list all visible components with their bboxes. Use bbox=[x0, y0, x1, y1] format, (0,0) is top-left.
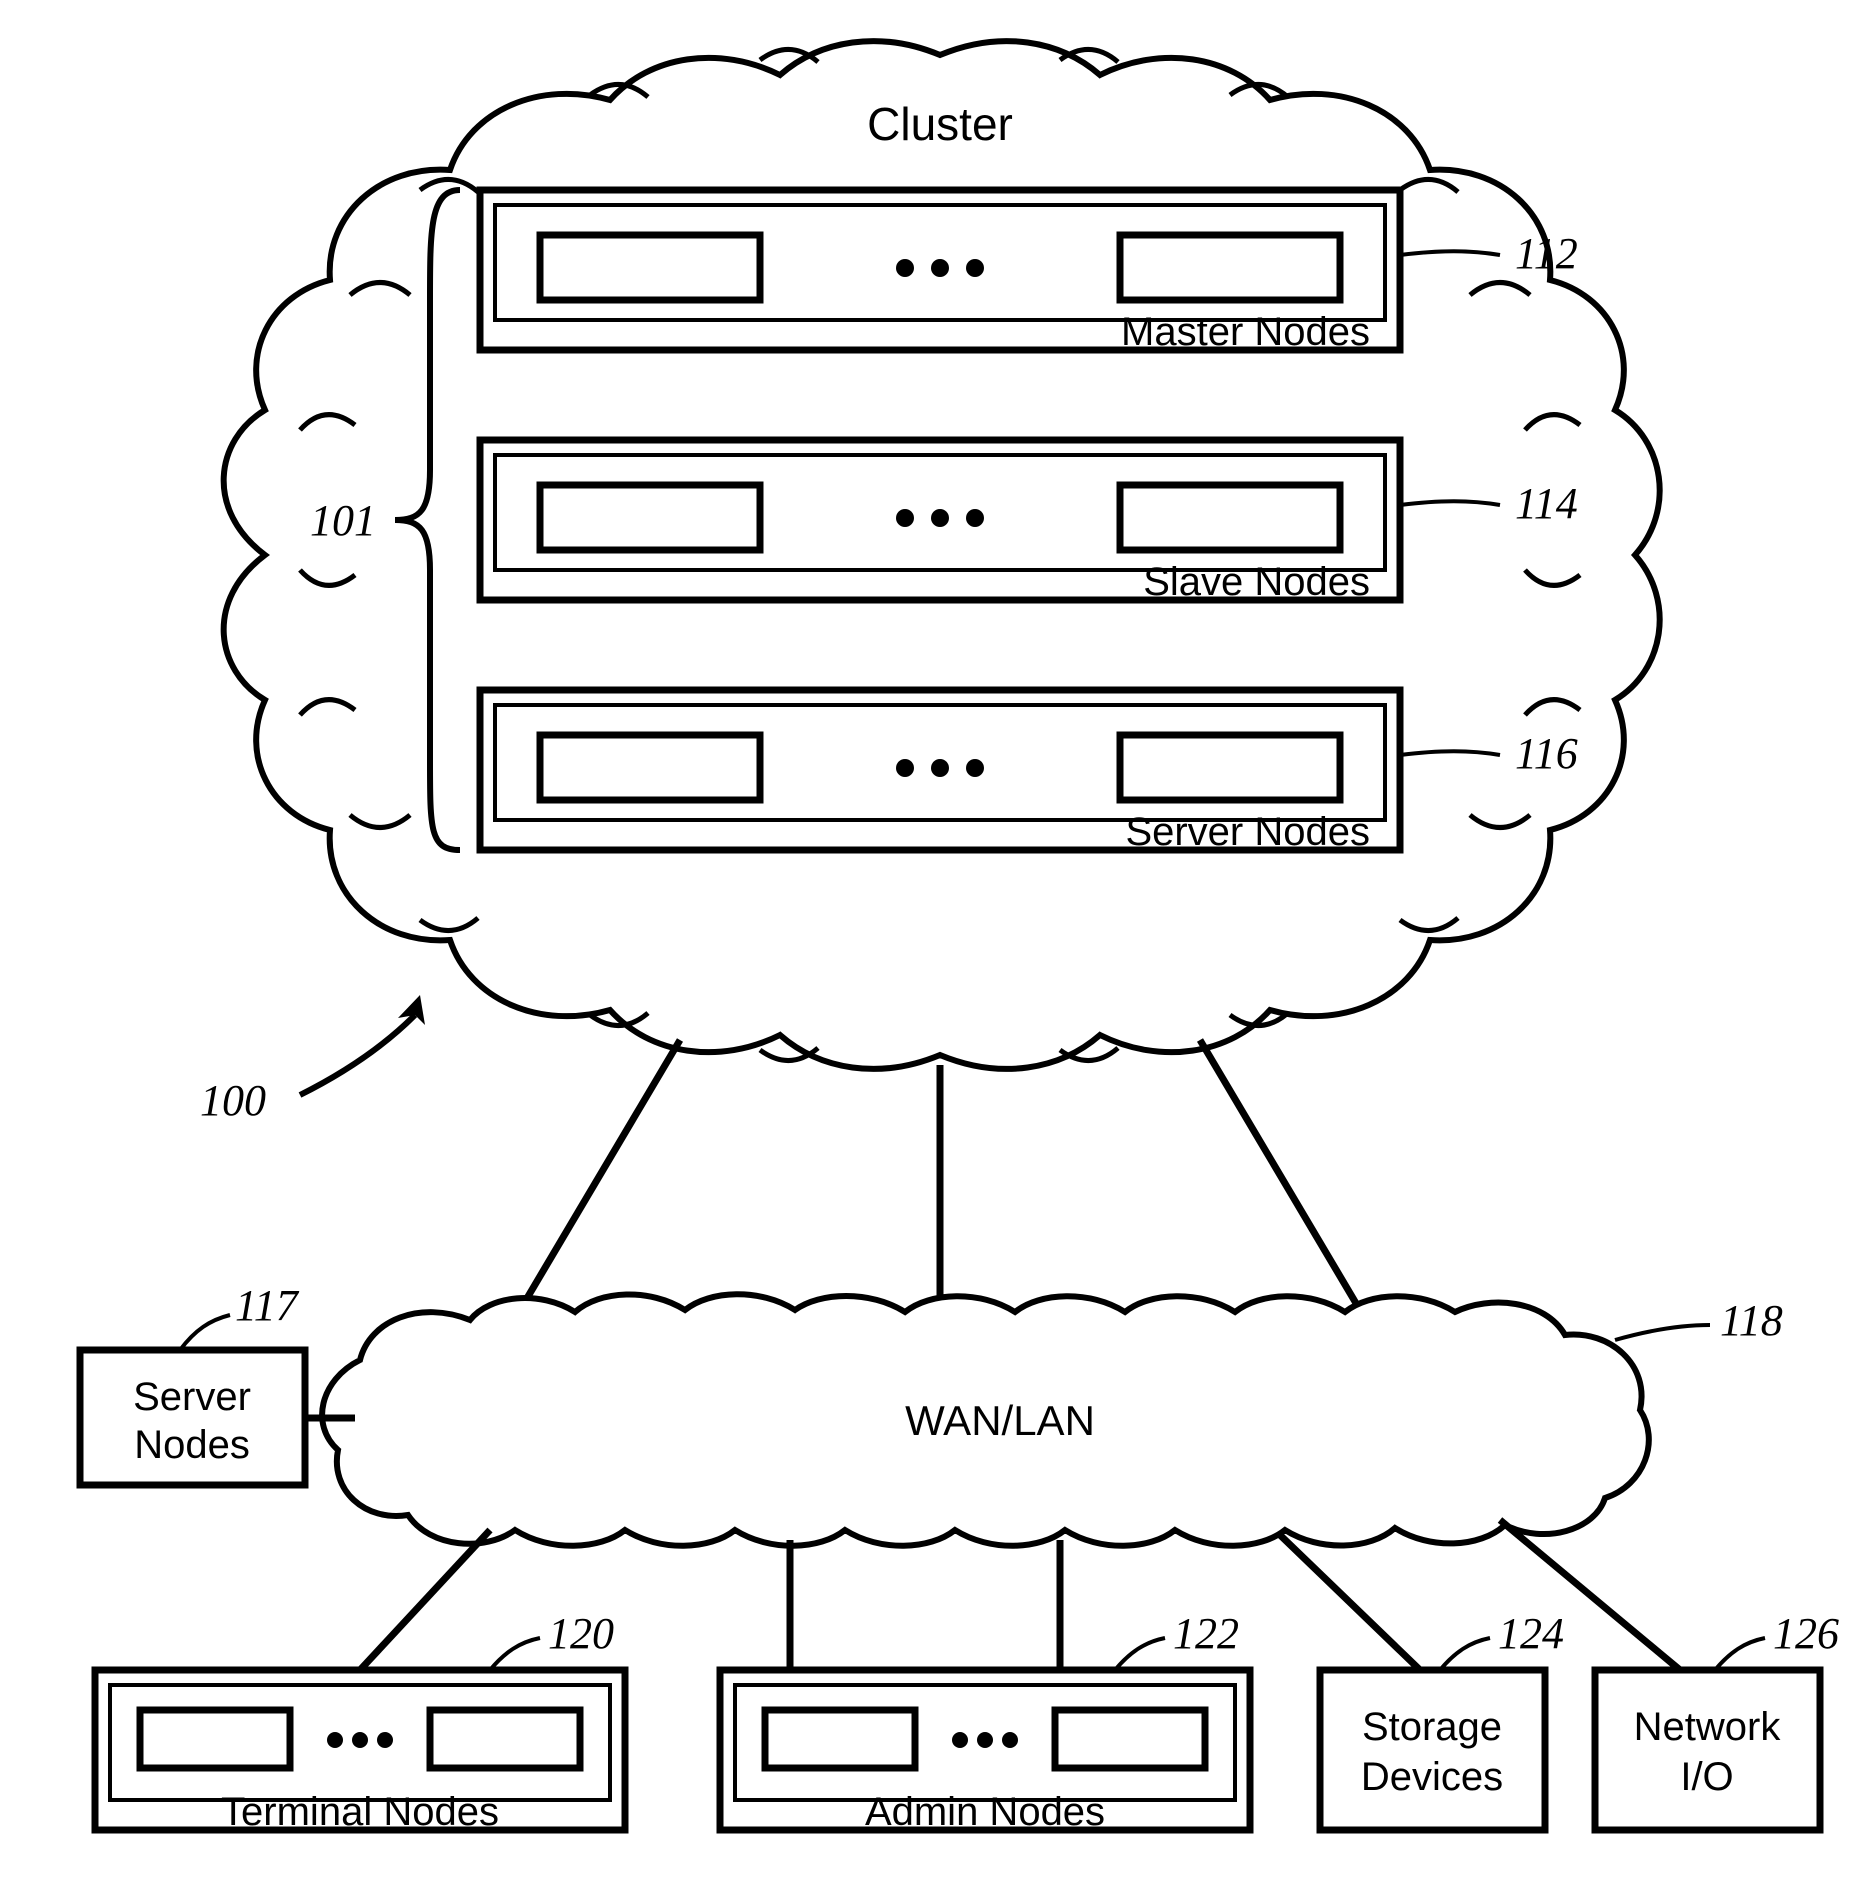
ref-100: 100 bbox=[200, 1076, 266, 1125]
slave-nodes-label: Slave Nodes bbox=[1143, 560, 1370, 604]
server-nodes-box: Server Nodes bbox=[80, 1350, 305, 1485]
cluster-title: Cluster bbox=[867, 98, 1013, 150]
server-nodes-row: Server Nodes bbox=[480, 690, 1400, 854]
ref-114: 114 bbox=[1515, 479, 1578, 528]
ref-117: 117 bbox=[235, 1281, 300, 1330]
server-nodes-label: Server Nodes bbox=[1125, 810, 1370, 854]
network-line2: I/O bbox=[1680, 1755, 1733, 1799]
ellipsis-icon bbox=[327, 1732, 393, 1748]
network-io-box: Network I/O bbox=[1595, 1670, 1820, 1830]
server-nodes-box-line2: Nodes bbox=[134, 1423, 250, 1467]
storage-devices-box: Storage Devices bbox=[1320, 1670, 1545, 1830]
master-nodes-row: Master Nodes bbox=[480, 190, 1400, 354]
master-nodes-label: Master Nodes bbox=[1121, 310, 1370, 354]
server-nodes-box-line1: Server bbox=[133, 1375, 251, 1419]
ref-120: 120 bbox=[548, 1609, 614, 1658]
ellipsis-icon bbox=[952, 1732, 1018, 1748]
ref-122: 122 bbox=[1173, 1609, 1239, 1658]
network-line1: Network bbox=[1634, 1705, 1782, 1749]
ellipsis-icon bbox=[896, 259, 984, 277]
ellipsis-icon bbox=[896, 759, 984, 777]
ref-100-arrow: 100 bbox=[200, 995, 425, 1125]
storage-line2: Devices bbox=[1361, 1755, 1503, 1799]
cloud-to-wan-links bbox=[520, 1040, 1360, 1310]
ref-112: 112 bbox=[1515, 229, 1578, 278]
ref-118: 118 bbox=[1720, 1296, 1783, 1345]
ellipsis-icon bbox=[896, 509, 984, 527]
terminal-nodes-box: Terminal Nodes bbox=[95, 1670, 625, 1834]
storage-line1: Storage bbox=[1362, 1705, 1502, 1749]
admin-nodes-label: Admin Nodes bbox=[865, 1790, 1105, 1834]
admin-nodes-box: Admin Nodes bbox=[720, 1670, 1250, 1834]
slave-nodes-row: Slave Nodes bbox=[480, 440, 1400, 604]
terminal-nodes-label: Terminal Nodes bbox=[221, 1790, 499, 1834]
wan-lan-label: WAN/LAN bbox=[905, 1397, 1095, 1444]
ref-101: 101 bbox=[310, 496, 376, 545]
ref-124: 124 bbox=[1498, 1609, 1564, 1658]
ref-116: 116 bbox=[1515, 729, 1578, 778]
ref-126: 126 bbox=[1773, 1609, 1839, 1658]
